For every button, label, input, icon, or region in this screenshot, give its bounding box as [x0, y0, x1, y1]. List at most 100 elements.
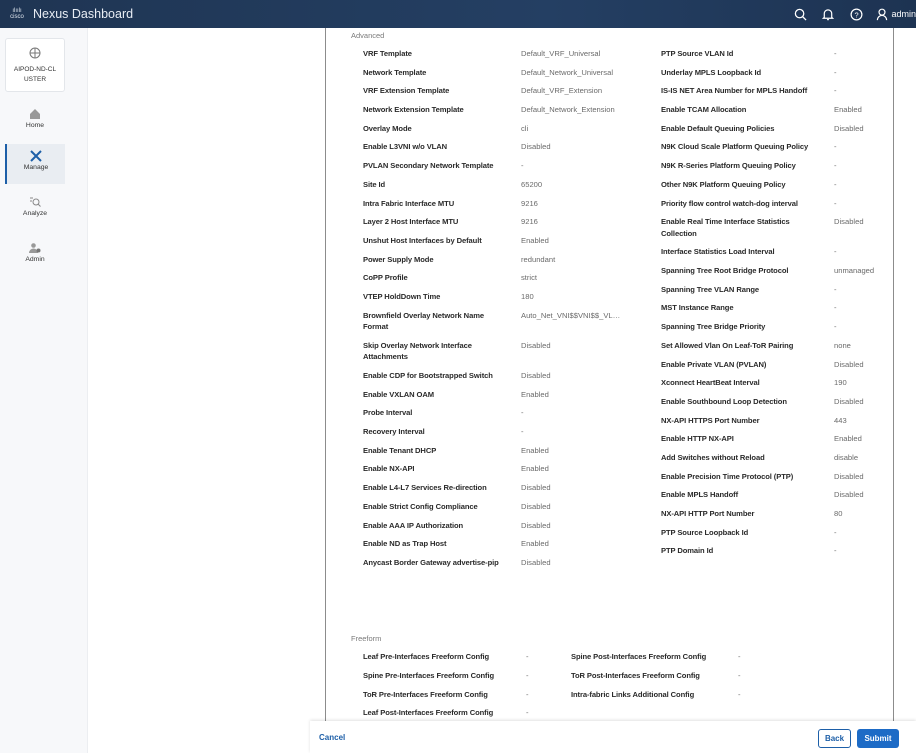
- setting-row: MST Instance Range-: [661, 302, 894, 321]
- setting-label: Anycast Border Gateway advertise-pip: [363, 557, 521, 569]
- back-button[interactable]: Back: [818, 729, 851, 748]
- setting-value: 180: [521, 291, 621, 303]
- setting-label: Skip Overlay Network Interface Attachmen…: [363, 340, 521, 363]
- setting-label: IS-IS NET Area Number for MPLS Handoff: [661, 85, 834, 97]
- setting-value: disable: [834, 452, 894, 464]
- setting-value: none: [834, 340, 894, 352]
- setting-value: -: [834, 85, 894, 97]
- setting-row: CoPP Profilestrict: [363, 272, 621, 291]
- freeform-right-column: Spine Post-Interfaces Freeform Config-To…: [571, 651, 741, 707]
- setting-value: -: [738, 651, 741, 663]
- setting-value: -: [834, 179, 894, 191]
- setting-label: Enable AAA IP Authorization: [363, 520, 521, 532]
- cisco-logo: ılıılıcisco: [6, 8, 28, 20]
- setting-label: Underlay MPLS Loopback Id: [661, 67, 834, 79]
- setting-value: Disabled: [834, 396, 894, 408]
- setting-value: Disabled: [521, 557, 621, 569]
- setting-row: Interface Statistics Load Interval-: [661, 246, 894, 265]
- setting-value: -: [526, 689, 529, 701]
- setting-value: Default_VRF_Universal: [521, 48, 621, 60]
- setting-label: Probe Interval: [363, 407, 521, 419]
- setting-label: Unshut Host Interfaces by Default: [363, 235, 521, 247]
- setting-label: ToR Pre-Interfaces Freeform Config: [363, 689, 526, 701]
- setting-value: Auto_Net_VNI$$VNI$$_VLAN$$VLAN_ID$$: [521, 310, 621, 333]
- setting-label: Site Id: [363, 179, 521, 191]
- freeform-section-title: Freeform: [351, 634, 381, 643]
- setting-row: Recovery Interval-: [363, 426, 621, 445]
- cluster-selector[interactable]: AIPOD-ND-CLUSTER: [5, 38, 65, 92]
- setting-row: NX-API HTTP Port Number80: [661, 508, 894, 527]
- setting-row: Intra Fabric Interface MTU9216: [363, 198, 621, 217]
- sidebar: AIPOD-ND-CLUSTER Home Manage Analyze Adm…: [0, 28, 88, 753]
- setting-value: Disabled: [834, 123, 894, 135]
- setting-value: Disabled: [521, 482, 621, 494]
- setting-row: Other N9K Platform Queuing Policy-: [661, 179, 894, 198]
- setting-label: Spine Post-Interfaces Freeform Config: [571, 651, 738, 663]
- setting-row: Network Extension TemplateDefault_Networ…: [363, 104, 621, 123]
- setting-value: Enabled: [834, 433, 894, 445]
- sidebar-item-analyze[interactable]: Analyze: [5, 190, 65, 230]
- setting-row: Set Allowed Vlan On Leaf-ToR Pairingnone: [661, 340, 894, 359]
- setting-row: Add Switches without Reloaddisable: [661, 452, 894, 471]
- setting-value: strict: [521, 272, 621, 284]
- freeform-left-column: Leaf Pre-Interfaces Freeform Config-Spin…: [363, 651, 529, 726]
- setting-value: cli: [521, 123, 621, 135]
- setting-label: Enable Real Time Interface Statistics Co…: [661, 216, 834, 239]
- search-icon[interactable]: [786, 0, 814, 28]
- submit-button[interactable]: Submit: [857, 729, 899, 748]
- setting-row: Site Id65200: [363, 179, 621, 198]
- setting-label: Power Supply Mode: [363, 254, 521, 266]
- cancel-button[interactable]: Cancel: [319, 733, 345, 742]
- setting-row: Enable ND as Trap HostEnabled: [363, 538, 621, 557]
- setting-row: Xconnect HeartBeat Interval190: [661, 377, 894, 396]
- setting-value: 80: [834, 508, 894, 520]
- setting-label: Layer 2 Host Interface MTU: [363, 216, 521, 228]
- setting-label: Spine Pre-Interfaces Freeform Config: [363, 670, 526, 682]
- bell-icon[interactable]: [814, 0, 842, 28]
- setting-row: Unshut Host Interfaces by DefaultEnabled: [363, 235, 621, 254]
- top-bar: ılıılıcisco Nexus Dashboard ? admin: [0, 0, 916, 28]
- analyze-icon: [29, 196, 41, 208]
- sidebar-item-home[interactable]: Home: [5, 102, 65, 142]
- setting-value: Enabled: [521, 463, 621, 475]
- setting-row: Intra-fabric Links Additional Config-: [571, 689, 741, 708]
- setting-value: redundant: [521, 254, 621, 266]
- setting-value: Disabled: [834, 359, 894, 371]
- sidebar-item-admin[interactable]: Admin: [5, 236, 65, 276]
- setting-label: Enable Tenant DHCP: [363, 445, 521, 457]
- cluster-icon: [27, 45, 43, 61]
- setting-value: 9216: [521, 198, 621, 210]
- setting-label: VRF Template: [363, 48, 521, 60]
- setting-row: Priority flow control watch-dog interval…: [661, 198, 894, 217]
- setting-row: Overlay Modecli: [363, 123, 621, 142]
- setting-label: Enable Precision Time Protocol (PTP): [661, 471, 834, 483]
- setting-label: Enable Private VLAN (PVLAN): [661, 359, 834, 371]
- setting-value: Disabled: [834, 489, 894, 501]
- setting-row: PTP Source Loopback Id-: [661, 527, 894, 546]
- user-menu[interactable]: admin: [876, 8, 916, 21]
- setting-label: Enable CDP for Bootstrapped Switch: [363, 370, 521, 382]
- setting-row: Leaf Pre-Interfaces Freeform Config-: [363, 651, 529, 670]
- help-icon[interactable]: ?: [842, 0, 870, 28]
- setting-value: -: [834, 141, 894, 153]
- sidebar-item-manage[interactable]: Manage: [5, 144, 65, 184]
- setting-row: VTEP HoldDown Time180: [363, 291, 621, 310]
- setting-row: IS-IS NET Area Number for MPLS Handoff-: [661, 85, 894, 104]
- setting-label: Enable TCAM Allocation: [661, 104, 834, 116]
- setting-value: Disabled: [521, 340, 621, 363]
- setting-row: Enable Strict Config ComplianceDisabled: [363, 501, 621, 520]
- setting-row: Spanning Tree Bridge Priority-: [661, 321, 894, 340]
- setting-label: Set Allowed Vlan On Leaf-ToR Pairing: [661, 340, 834, 352]
- setting-value: 190: [834, 377, 894, 389]
- setting-value: Enabled: [521, 389, 621, 401]
- setting-row: Enable Southbound Loop DetectionDisabled: [661, 396, 894, 415]
- setting-row: Brownfield Overlay Network Name FormatAu…: [363, 310, 621, 340]
- setting-label: Xconnect HeartBeat Interval: [661, 377, 834, 389]
- setting-row: Enable Precision Time Protocol (PTP)Disa…: [661, 471, 894, 490]
- setting-row: Underlay MPLS Loopback Id-: [661, 67, 894, 86]
- setting-row: VRF Extension TemplateDefault_VRF_Extens…: [363, 85, 621, 104]
- setting-value: Default_VRF_Extension: [521, 85, 621, 97]
- setting-label: Enable ND as Trap Host: [363, 538, 521, 550]
- setting-label: NX-API HTTPS Port Number: [661, 415, 834, 427]
- setting-row: NX-API HTTPS Port Number443: [661, 415, 894, 434]
